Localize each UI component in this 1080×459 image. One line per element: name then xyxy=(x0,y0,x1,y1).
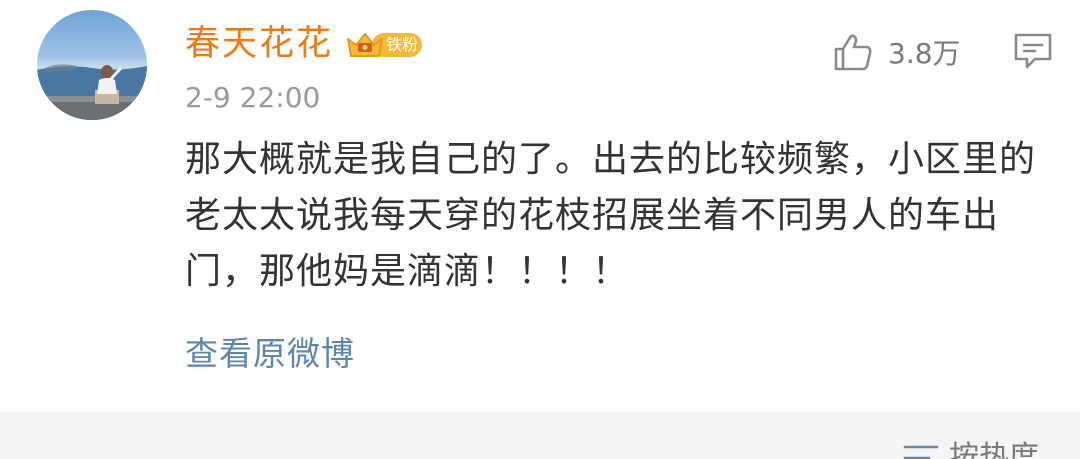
like-count: 3.8万 xyxy=(888,37,961,70)
post-timestamp: 2-9 22:00 xyxy=(185,81,321,114)
fan-badge[interactable]: 铁粉 xyxy=(344,29,424,61)
comment-icon xyxy=(1014,33,1052,69)
sort-icon xyxy=(903,445,939,459)
avatar[interactable] xyxy=(37,10,147,120)
thumbs-up-icon xyxy=(834,34,872,71)
post-content: 那大概就是我自己的了。出去的比较频繁，小区里的老太太说我每天穿的花枝招展坐着不同… xyxy=(185,139,1037,292)
comment-footer-bar: 按热度 xyxy=(0,412,1080,459)
username[interactable]: 春天花花 xyxy=(185,22,333,66)
view-original-link[interactable]: 查看原微博 xyxy=(185,332,355,376)
comment-button[interactable] xyxy=(1013,32,1053,70)
like-button[interactable]: 3.8万 xyxy=(832,30,961,74)
sort-button[interactable]: 按热度 xyxy=(903,438,1039,459)
avatar-photo xyxy=(37,64,147,120)
sort-label: 按热度 xyxy=(949,440,1039,459)
crown-icon xyxy=(347,33,383,57)
